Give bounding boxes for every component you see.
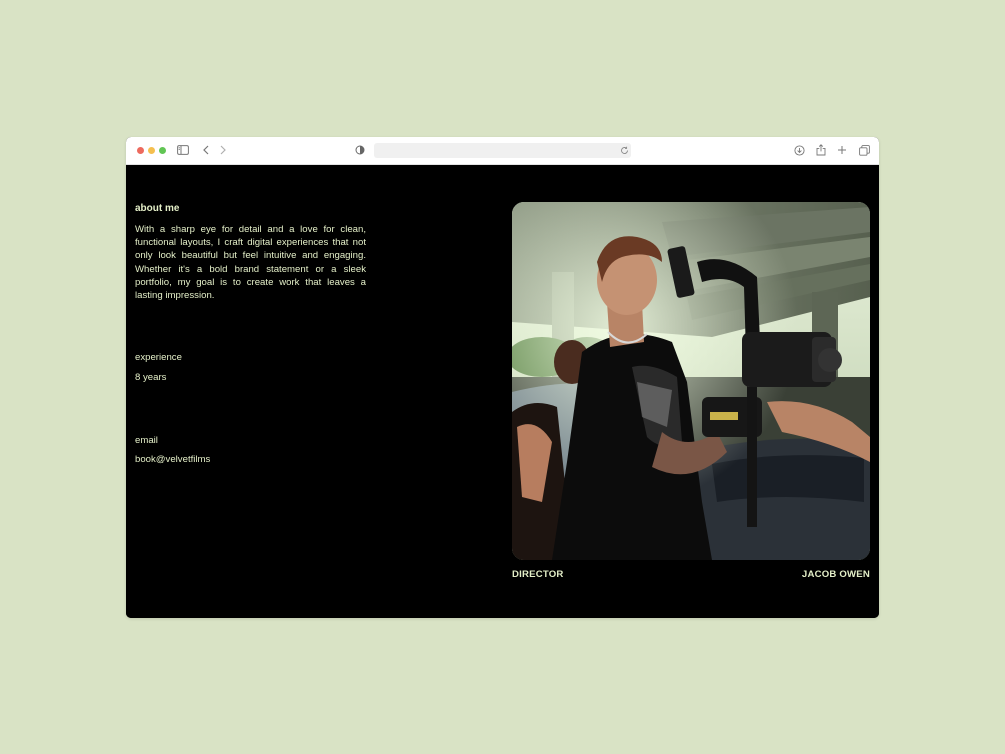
address-bar[interactable]	[374, 143, 631, 158]
download-icon[interactable]	[792, 143, 806, 157]
back-chevron-icon[interactable]	[199, 143, 213, 157]
email-value[interactable]: book@velvetfilms	[135, 454, 210, 465]
tabs-overview-icon[interactable]	[857, 143, 871, 157]
about-heading: about me	[135, 203, 180, 214]
director-with-cinema-camera-photo	[512, 202, 870, 560]
about-paragraph: With a sharp eye for detail and a love f…	[135, 224, 366, 302]
experience-value: 8 years	[135, 372, 167, 383]
name-caption: JACOB OWEN	[801, 569, 870, 580]
email-label: email	[135, 435, 158, 446]
role-caption: DIRECTOR	[512, 569, 564, 580]
privacy-shield-icon[interactable]	[353, 143, 367, 157]
zoom-window-button[interactable]	[159, 147, 166, 154]
share-icon[interactable]	[814, 143, 828, 157]
browser-toolbar	[126, 137, 879, 165]
portfolio-page: about me With a sharp eye for detail and…	[126, 165, 879, 618]
forward-chevron-icon[interactable]	[216, 143, 230, 157]
reload-icon[interactable]	[617, 143, 631, 157]
sidebar-icon[interactable]	[176, 143, 190, 157]
browser-window: about me With a sharp eye for detail and…	[126, 137, 879, 618]
new-tab-plus-icon[interactable]	[835, 143, 849, 157]
minimize-window-button[interactable]	[148, 147, 155, 154]
director-photo	[512, 202, 870, 560]
close-window-button[interactable]	[137, 147, 144, 154]
experience-label: experience	[135, 352, 182, 363]
